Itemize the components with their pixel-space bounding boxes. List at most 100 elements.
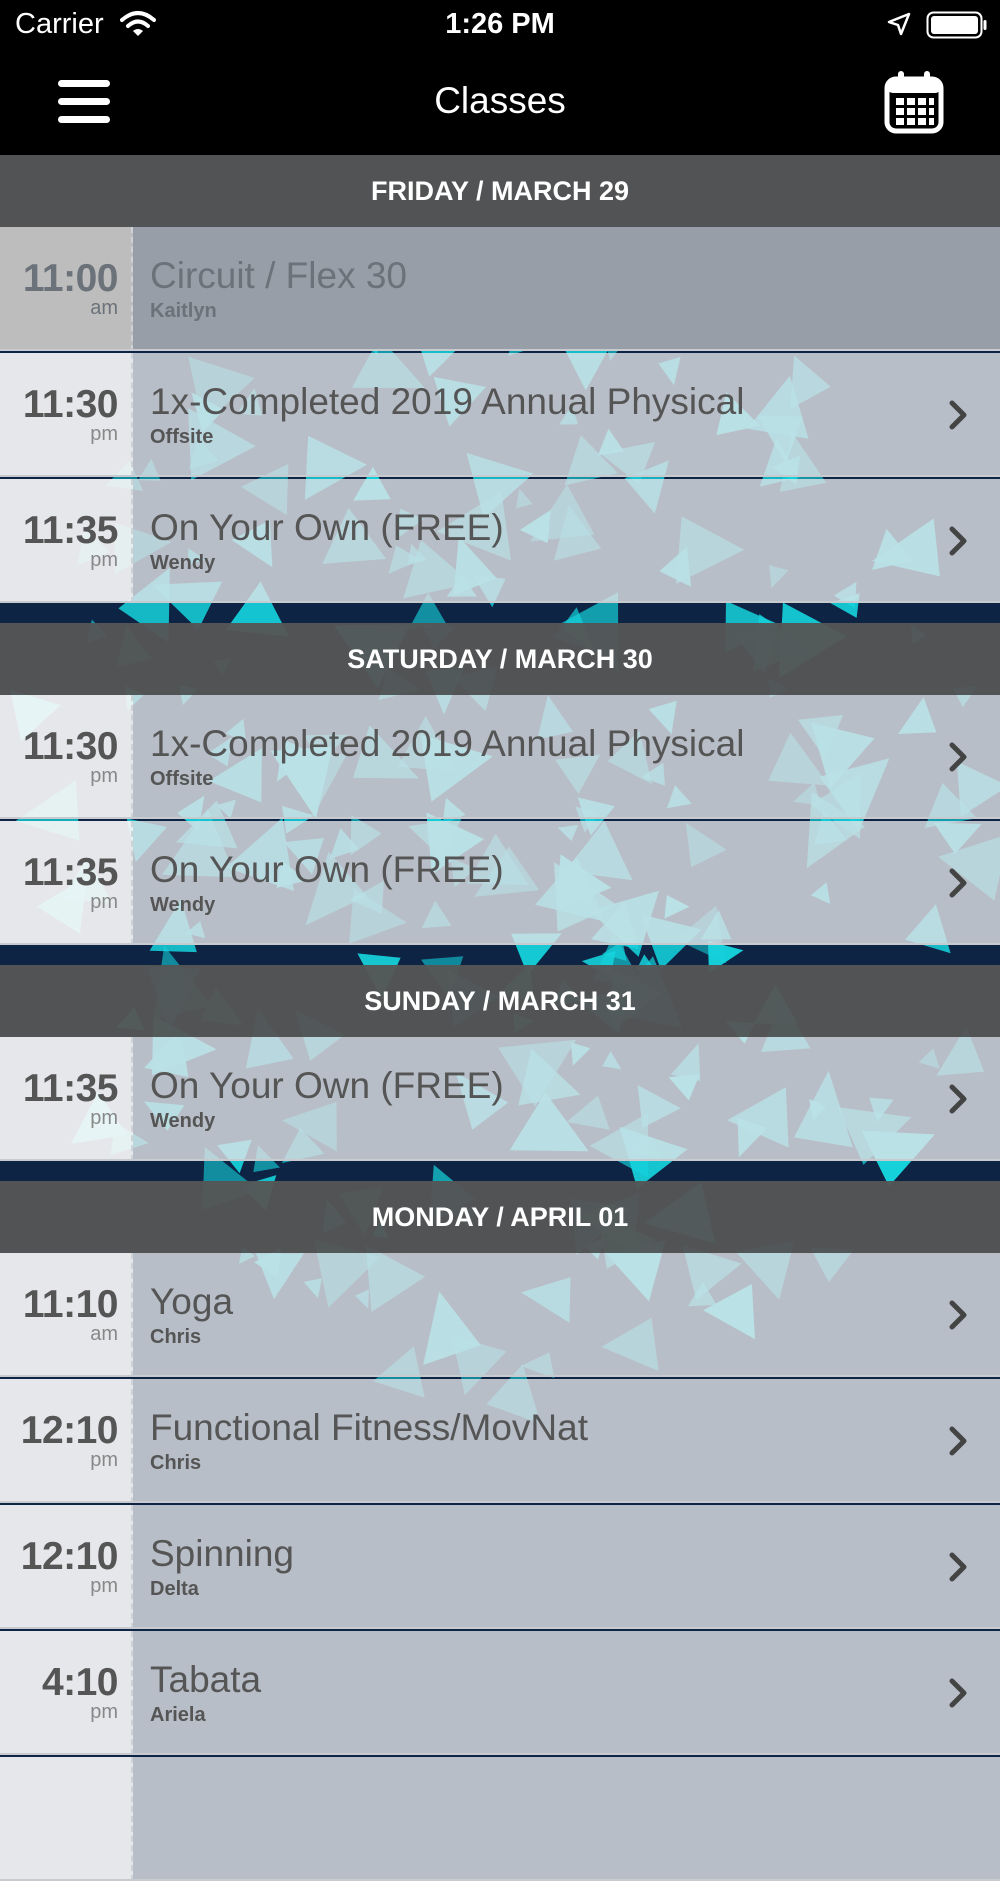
class-row[interactable]: 11:35 pm On Your Own (FREE) Wendy [0, 479, 1000, 603]
class-ampm: pm [90, 1449, 118, 1471]
class-info: Functional Fitness/MovNat Chris [133, 1379, 1000, 1503]
class-name: Functional Fitness/MovNat [150, 1407, 589, 1448]
class-row[interactable]: 11:10 am Yoga Chris [0, 1253, 1000, 1377]
class-row[interactable]: 4:10 pm Tabata Ariela [0, 1631, 1000, 1755]
row-divider [0, 943, 1000, 945]
chevron-right-icon [949, 1084, 967, 1114]
class-name: Yoga [150, 1281, 234, 1322]
battery-icon [926, 11, 987, 39]
class-time: 11:35 [22, 509, 119, 552]
row-divider [0, 349, 1000, 351]
class-ampm: pm [90, 549, 118, 571]
class-info: On Your Own (FREE) Wendy [133, 1037, 1000, 1161]
class-info: Circuit / Flex 30 Kaitlyn [133, 227, 1000, 351]
row-divider [0, 1375, 1000, 1377]
day-header: FRIDAY / MARCH 29 [0, 155, 1000, 227]
class-ampm: pm [90, 1575, 118, 1597]
row-divider [0, 1753, 1000, 1755]
class-time-column [0, 1757, 133, 1881]
class-ampm: pm [90, 1107, 118, 1129]
class-name: Spinning [150, 1533, 295, 1574]
navigation-bar: Classes [0, 50, 1000, 155]
day-header: SUNDAY / MARCH 31 [0, 965, 1000, 1037]
row-divider [0, 1159, 1000, 1161]
class-info: On Your Own (FREE) Wendy [133, 821, 1000, 945]
row-divider [0, 1501, 1000, 1503]
class-name: On Your Own (FREE) [150, 507, 504, 548]
chevron-right-icon [949, 742, 967, 772]
class-instructor: Offsite [150, 426, 214, 448]
class-ampm: pm [90, 765, 118, 787]
class-time: 11:30 [22, 383, 119, 426]
class-time: 12:10 [20, 1409, 119, 1452]
class-ampm: am [90, 1323, 118, 1345]
class-row[interactable]: 11:30 pm 1x-Completed 2019 Annual Physical… [0, 695, 1000, 819]
class-time-column: 11:35 pm [0, 1037, 133, 1161]
class-instructor: Ariela [150, 1704, 206, 1726]
class-name: Tabata [150, 1659, 262, 1700]
row-divider [0, 475, 1000, 477]
class-ampm: pm [90, 1701, 118, 1723]
day-header: SATURDAY / MARCH 30 [0, 623, 1000, 695]
class-row: 11:00 am Circuit / Flex 30 Kaitlyn [0, 227, 1000, 351]
row-divider [0, 817, 1000, 819]
class-time: 11:10 [22, 1283, 119, 1326]
chevron-right-icon [949, 1678, 967, 1708]
class-ampm: am [90, 297, 118, 319]
class-name: On Your Own (FREE) [150, 1065, 504, 1106]
class-time-column: 11:30 pm [0, 353, 133, 477]
class-info: 1x-Completed 2019 Annual Physical Offsite [133, 695, 1000, 819]
class-name: 1x-Completed 2019 Annual Physical [150, 381, 745, 422]
class-time: 12:10 [20, 1535, 119, 1578]
location-arrow-icon [887, 12, 911, 36]
class-time: 11:00 [22, 257, 119, 300]
status-bar: Carrier 1:26 PM [0, 0, 1000, 50]
row-divider [0, 601, 1000, 603]
status-time: 1:26 PM [445, 8, 555, 40]
class-instructor: Delta [150, 1578, 199, 1600]
chevron-right-icon [949, 1300, 967, 1330]
class-time-column: 11:30 pm [0, 695, 133, 819]
class-instructor: Chris [150, 1326, 202, 1348]
calendar-icon[interactable] [884, 68, 944, 134]
class-time-column: 4:10 pm [0, 1631, 133, 1755]
class-ampm: pm [90, 423, 118, 445]
class-instructor: Chris [150, 1452, 202, 1474]
chevron-right-icon [949, 400, 967, 430]
class-row[interactable]: 11:35 pm On Your Own (FREE) Wendy [0, 821, 1000, 945]
class-time: 11:35 [22, 1067, 119, 1110]
class-name: Circuit / Flex 30 [150, 255, 408, 296]
class-info [133, 1757, 1000, 1881]
class-time-column: 11:35 pm [0, 479, 133, 603]
class-ampm: pm [90, 891, 118, 913]
class-time: 4:10 [41, 1661, 119, 1704]
class-time: 11:35 [22, 851, 119, 894]
page-title: Classes [434, 80, 566, 121]
class-time-column: 12:10 pm [0, 1505, 133, 1629]
class-info: On Your Own (FREE) Wendy [133, 479, 1000, 603]
row-divider [0, 1627, 1000, 1629]
class-name: On Your Own (FREE) [150, 849, 504, 890]
class-time: 11:30 [22, 725, 119, 768]
class-name: 1x-Completed 2019 Annual Physical [150, 723, 745, 764]
class-instructor: Kaitlyn [150, 300, 217, 322]
class-time-column: 11:10 am [0, 1253, 133, 1377]
class-row[interactable]: 11:30 pm 1x-Completed 2019 Annual Physical… [0, 353, 1000, 477]
class-info: Tabata Ariela [133, 1631, 1000, 1755]
class-time-column: 11:35 pm [0, 821, 133, 945]
class-info: Yoga Chris [133, 1253, 1000, 1377]
chevron-right-icon [949, 526, 967, 556]
class-row[interactable]: 12:10 pm Functional Fitness/MovNat Chris [0, 1379, 1000, 1503]
class-instructor: Wendy [150, 552, 216, 574]
class-instructor: Wendy [150, 1110, 216, 1132]
class-instructor: Wendy [150, 894, 216, 916]
class-info: 1x-Completed 2019 Annual Physical Offsite [133, 353, 1000, 477]
class-instructor: Offsite [150, 768, 214, 790]
class-info: Spinning Delta [133, 1505, 1000, 1629]
class-time-column: 11:00 am [0, 227, 133, 351]
chevron-right-icon [949, 868, 967, 898]
class-row[interactable]: 11:35 pm On Your Own (FREE) Wendy [0, 1037, 1000, 1161]
class-row[interactable]: 12:10 pm Spinning Delta [0, 1505, 1000, 1629]
class-row[interactable] [0, 1757, 1000, 1881]
chevron-right-icon [949, 1552, 967, 1582]
